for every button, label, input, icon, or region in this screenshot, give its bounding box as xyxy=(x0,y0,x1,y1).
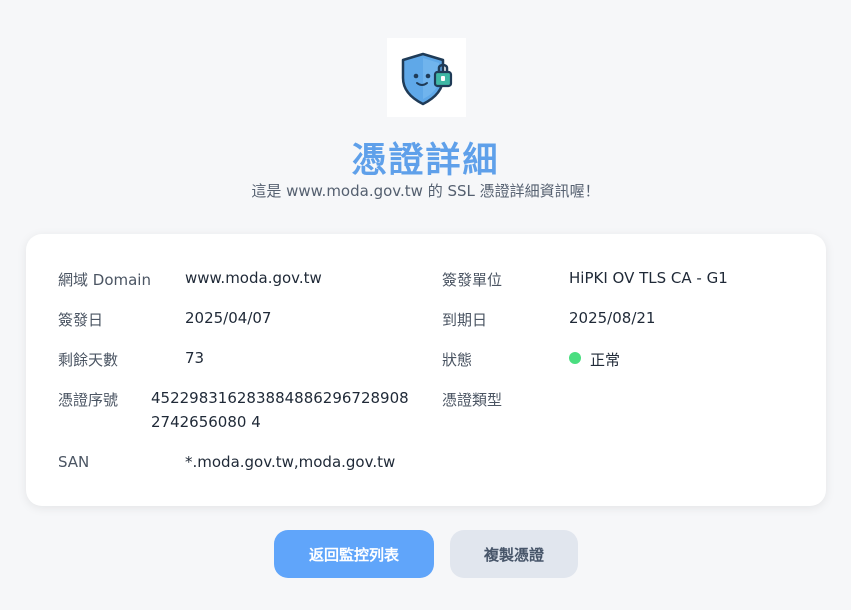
issuer-label: 簽發單位 xyxy=(442,271,503,289)
issuer-value: HiPKI OV TLS CA - G1 xyxy=(569,269,728,287)
back-to-monitor-list-button[interactable]: 返回監控列表 xyxy=(274,530,434,578)
san-value: *.moda.gov.tw,moda.gov.tw xyxy=(185,453,396,471)
status-value: 正常 xyxy=(590,351,621,369)
issued-date-label: 簽發日 xyxy=(58,311,104,329)
shield-lock-icon xyxy=(387,38,466,117)
page-title: 憑證詳細 xyxy=(351,141,500,181)
certificate-detail-page: 憑證詳細 這是 www.moda.gov.tw 的 SSL 憑證詳細資訊喔！ 網… xyxy=(0,0,851,610)
certificate-detail-card: 網域 Domain www.moda.gov.tw 簽發單位 HiPKI OV … xyxy=(26,234,826,506)
san-label: SAN xyxy=(58,453,90,471)
certificate-type-label: 憑證類型 xyxy=(442,391,503,409)
days-remaining-label: 剩餘天數 xyxy=(58,351,119,369)
page-subtitle: 這是 www.moda.gov.tw 的 SSL 憑證詳細資訊喔！ xyxy=(251,182,600,200)
status-indicator-dot xyxy=(569,352,581,364)
status-label: 狀態 xyxy=(442,351,473,369)
days-remaining-value: 73 xyxy=(185,349,205,367)
copy-certificate-button[interactable]: 複製憑證 xyxy=(450,530,578,578)
expiry-date-label: 到期日 xyxy=(442,311,488,329)
expiry-date-value: 2025/08/21 xyxy=(569,309,656,327)
domain-label: 網域 Domain xyxy=(58,271,151,289)
serial-number-value: 4522983162838848862967289082742656080 4 xyxy=(151,389,409,431)
domain-value: www.moda.gov.tw xyxy=(185,269,322,287)
issued-date-value: 2025/04/07 xyxy=(185,309,272,327)
serial-number-label: 憑證序號 xyxy=(58,391,119,409)
